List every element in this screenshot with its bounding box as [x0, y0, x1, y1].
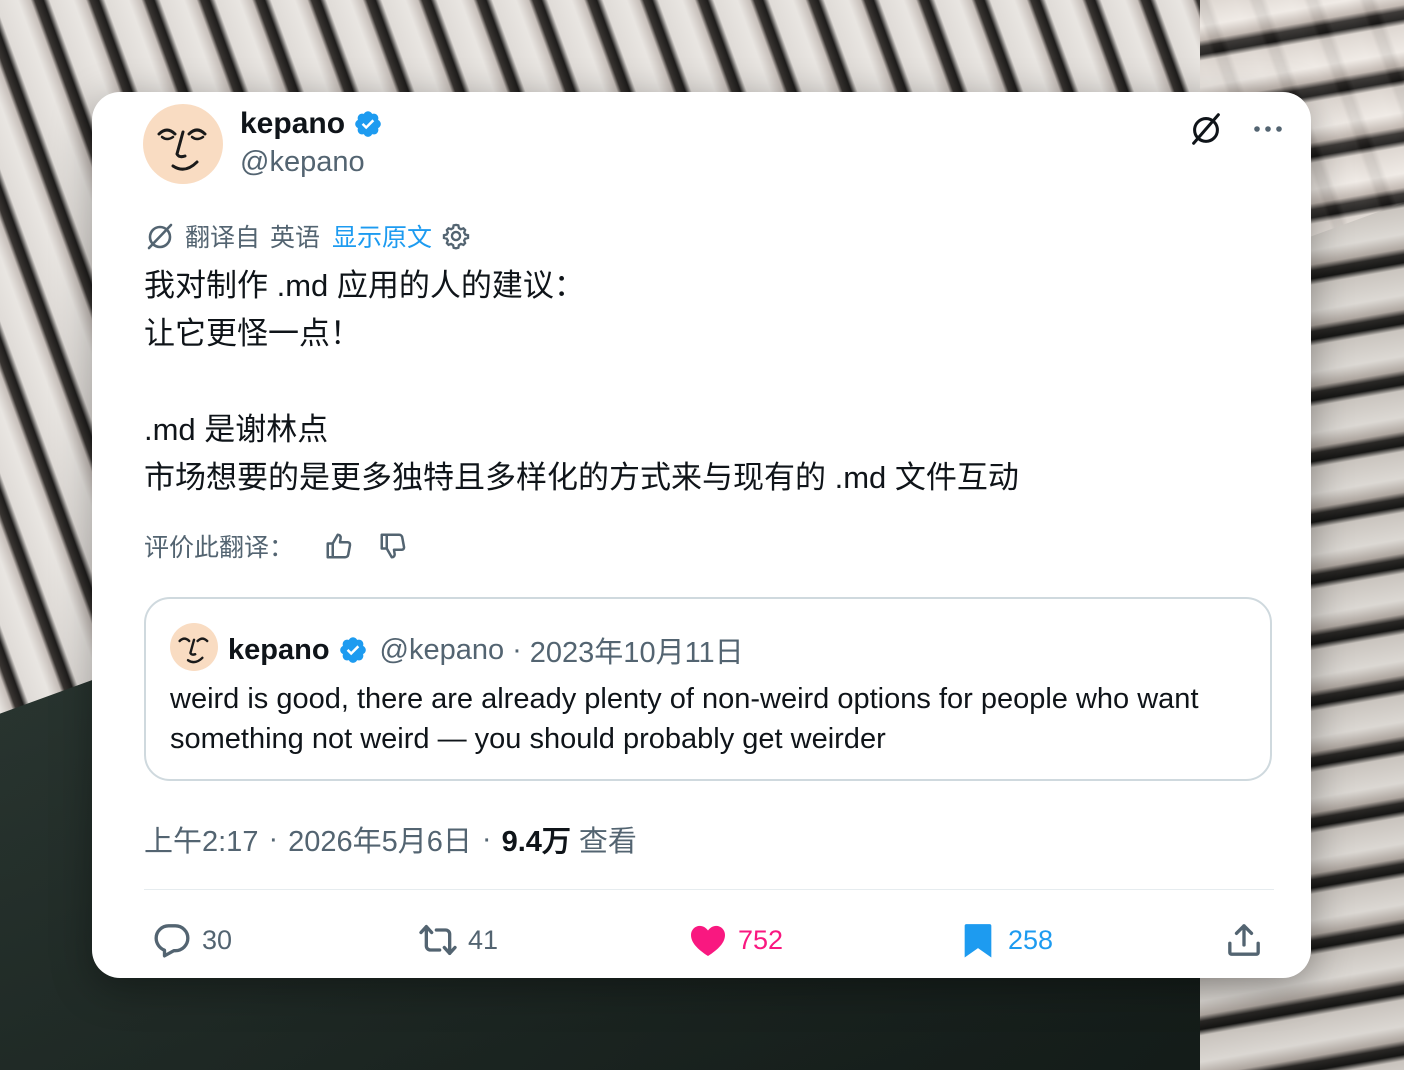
share-button[interactable]	[1224, 920, 1264, 960]
quoted-author-handle: @kepano	[379, 633, 505, 666]
rate-translation-label: 评价此翻译：	[144, 534, 295, 562]
tweet-body-line: .md 是谢林点	[144, 412, 329, 447]
thumbs-up-icon[interactable]	[324, 531, 354, 561]
reply-count: 30	[202, 924, 233, 955]
tweet-card: kepano @kepano 翻译自 英语 显示原文 我对制作 .md 应用的人…	[92, 92, 1311, 978]
views-count[interactable]: 9.4万	[502, 818, 571, 860]
face-avatar-icon	[178, 637, 209, 664]
like-button[interactable]: 752	[688, 920, 783, 960]
share-icon	[1228, 924, 1260, 956]
views-label: 查看	[578, 826, 637, 858]
translation-settings-gear-icon[interactable]	[442, 222, 470, 250]
separator-dot: ·	[268, 822, 279, 855]
translated-from-label: 翻译自	[185, 224, 261, 252]
author-handle[interactable]: @kepano	[240, 146, 365, 179]
separator-dot: ·	[512, 633, 522, 666]
bookmark-button[interactable]: 258	[958, 920, 1053, 960]
quoted-tweet-text: weird is good, there are already plenty …	[170, 683, 1199, 755]
author-name-row: kepano	[240, 106, 383, 142]
quoted-author-avatar	[170, 623, 218, 671]
author-name[interactable]: kepano	[240, 107, 345, 141]
more-options-icon[interactable]	[1251, 112, 1285, 146]
source-language: 英语	[270, 224, 321, 252]
thumbs-down-icon[interactable]	[378, 531, 408, 561]
tweet-top-actions	[1187, 110, 1285, 148]
repost-icon	[419, 925, 457, 955]
verified-badge-icon	[355, 111, 381, 137]
verified-badge-icon	[339, 637, 366, 663]
face-avatar-icon	[157, 128, 207, 171]
quoted-author-name: kepano	[228, 633, 330, 666]
tweet-body: 我对制作 .md 应用的人的建议： 让它更怪一点！ .md 是谢林点 市场想要的…	[144, 262, 1244, 502]
tweet-time[interactable]: 上午2:17	[144, 818, 258, 860]
translate-icon	[147, 223, 173, 250]
repost-count: 41	[468, 924, 499, 955]
show-original-link[interactable]: 显示原文	[332, 218, 432, 254]
like-count: 752	[738, 924, 784, 955]
tweet-body-line: 让它更怪一点！	[144, 316, 361, 351]
tweet-body-line: 我对制作 .md 应用的人的建议：	[144, 268, 585, 303]
translation-info-row: 翻译自 英语 显示原文	[145, 218, 470, 254]
rate-translation-row: 评价此翻译：	[144, 528, 408, 564]
tweet-meta-row: 上午2:17 · 2026年5月6日 · 9.4万 查看	[144, 818, 637, 860]
reply-button[interactable]: 30	[152, 920, 232, 960]
divider	[144, 889, 1274, 890]
tweet-date[interactable]: 2026年5月6日	[288, 818, 472, 860]
heart-filled-icon	[691, 925, 725, 956]
quoted-tweet-header: kepano @kepano · 2023年10月11日	[228, 629, 744, 671]
grok-icon[interactable]	[1187, 110, 1225, 148]
quoted-tweet-date: 2023年10月11日	[529, 637, 744, 669]
reply-icon	[154, 924, 190, 958]
author-avatar[interactable]	[143, 104, 223, 184]
bookmark-count: 258	[1008, 924, 1054, 955]
quoted-tweet[interactable]: kepano @kepano · 2023年10月11日 weird is go…	[144, 597, 1272, 781]
repost-button[interactable]: 41	[418, 920, 498, 960]
tweet-body-line	[144, 358, 1244, 406]
separator-dot: ·	[481, 822, 492, 855]
tweet-body-line: 市场想要的是更多独特且多样化的方式来与现有的 .md 文件互动	[144, 460, 1019, 495]
bookmark-filled-icon	[964, 924, 992, 958]
